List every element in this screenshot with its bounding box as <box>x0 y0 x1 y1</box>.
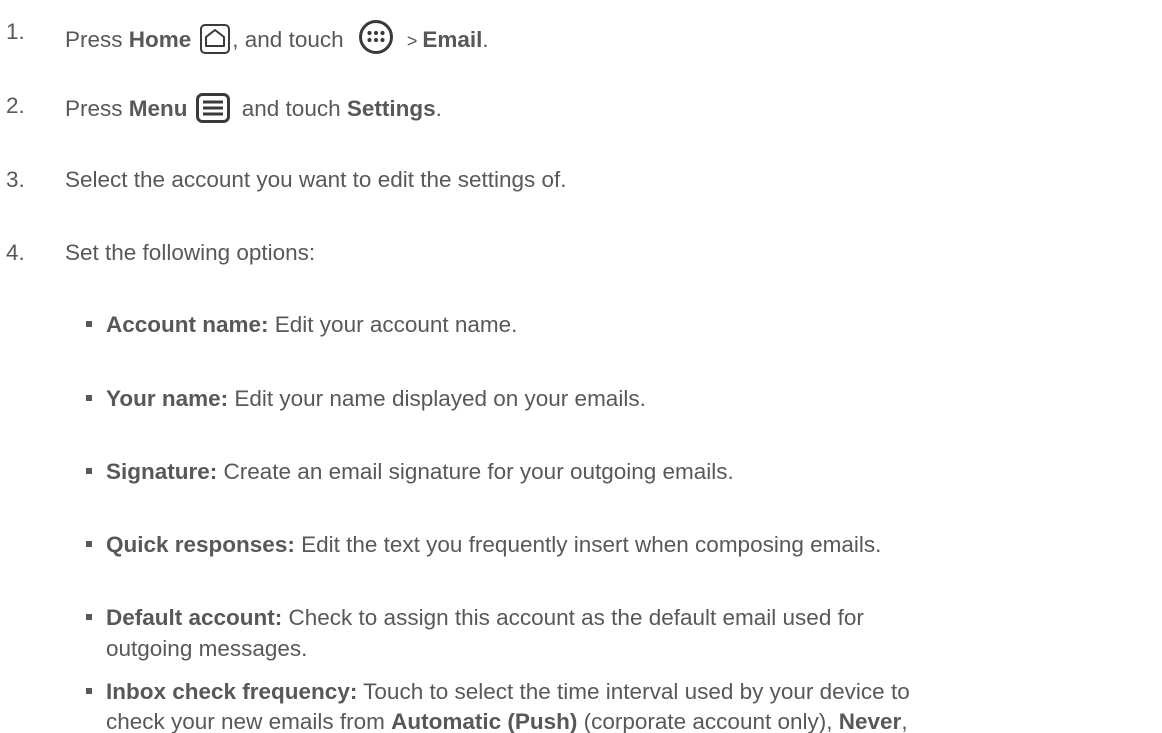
list-item: Quick responses: Edit the text you frequ… <box>0 532 1162 562</box>
home-icon <box>200 24 231 54</box>
option-text: Quick responses: Edit the text you frequ… <box>106 532 882 557</box>
bullet <box>86 688 92 694</box>
bullet <box>86 614 92 620</box>
step-4: 4. Set the following options: <box>0 240 1162 270</box>
step-number: 1. <box>6 19 25 44</box>
list-item: Signature: Create an email signature for… <box>0 459 1162 489</box>
option-text-continued: outgoing messages. <box>106 636 308 661</box>
step-1: 1. Press Home, and touch > Email. <box>0 12 1162 55</box>
step-3: 3. Select the account you want to edit t… <box>0 167 1162 197</box>
option-text-continued: check your new emails from Automatic (Pu… <box>106 709 908 733</box>
step-2: 2. Press Menu and touch Settings. <box>0 88 1162 128</box>
option-text: Default account: Check to assign this ac… <box>106 605 864 630</box>
list-item: Inbox check frequency: Touch to select t… <box>0 679 1162 733</box>
list-item: Your name: Edit your name displayed on y… <box>0 386 1162 416</box>
step-number: 4. <box>6 240 25 265</box>
bullet <box>86 468 92 474</box>
option-text: Your name: Edit your name displayed on y… <box>106 386 646 411</box>
option-text: Account name: Edit your account name. <box>106 312 518 337</box>
bullet <box>86 395 92 401</box>
list-item: Account name: Edit your account name. <box>0 312 1162 342</box>
step-text: Press Home, and touch > Email. <box>65 19 489 55</box>
step-text: Select the account you want to edit the … <box>65 167 567 192</box>
step-number: 3. <box>6 167 25 192</box>
option-text: Inbox check frequency: Touch to select t… <box>106 679 910 704</box>
apps-icon <box>358 19 394 55</box>
option-text: Signature: Create an email signature for… <box>106 459 734 484</box>
bullet <box>86 541 92 547</box>
step-text: Set the following options: <box>65 240 316 265</box>
step-number: 2. <box>6 93 25 118</box>
menu-icon <box>195 93 230 123</box>
list-item: Default account: Check to assign this ac… <box>0 605 1162 665</box>
bullet <box>86 321 92 327</box>
settings-label: Settings <box>346 96 436 121</box>
step-text: Press Menu and touch Settings. <box>65 93 442 123</box>
home-label: Home <box>128 27 192 52</box>
menu-label: Menu <box>128 96 188 121</box>
email-label: Email <box>422 27 483 52</box>
